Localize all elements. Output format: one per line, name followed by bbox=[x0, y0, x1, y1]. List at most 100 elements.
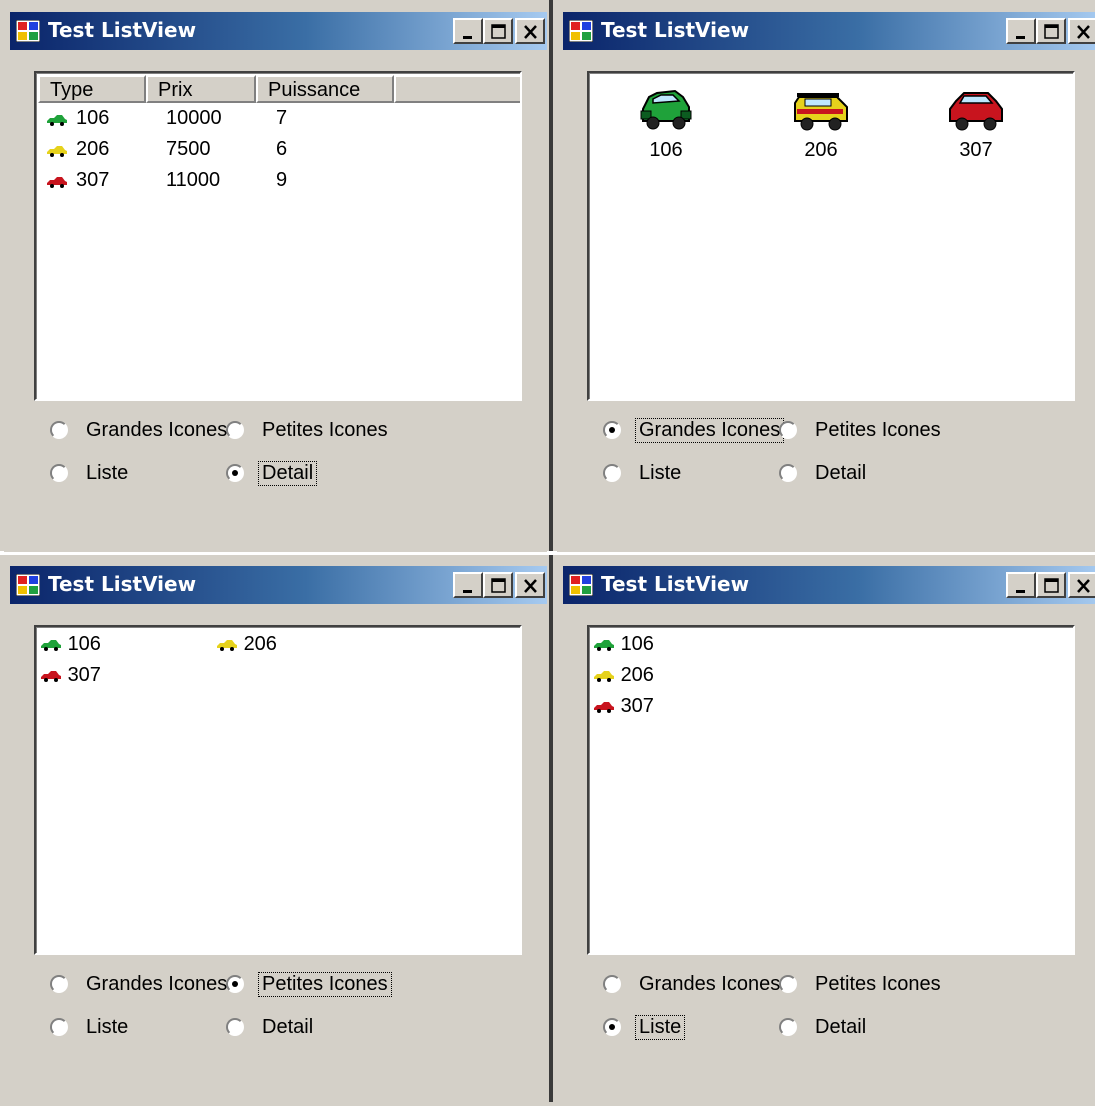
radio-circle[interactable] bbox=[779, 464, 797, 482]
list-item[interactable]: 106 bbox=[611, 87, 721, 162]
radio-circle[interactable] bbox=[226, 464, 244, 482]
radio-circle[interactable] bbox=[603, 975, 621, 993]
maximize-button[interactable] bbox=[1036, 18, 1066, 44]
close-button[interactable] bbox=[515, 18, 545, 44]
red-car-icon bbox=[949, 92, 1003, 131]
listview[interactable]: 106 206 307 bbox=[34, 625, 522, 955]
radio-label: Grandes Icones bbox=[635, 418, 785, 443]
title-bar[interactable]: Test ListView bbox=[563, 12, 1095, 50]
item-label: 307 bbox=[620, 695, 654, 717]
radio-label: Petites Icones bbox=[262, 419, 388, 441]
radio-circle[interactable] bbox=[50, 1018, 68, 1036]
item-label: 307 bbox=[67, 664, 101, 686]
maximize-icon bbox=[491, 24, 506, 39]
column-header-prix[interactable]: Prix bbox=[146, 75, 256, 103]
title-bar[interactable]: Test ListView bbox=[563, 566, 1095, 604]
close-icon bbox=[1077, 579, 1090, 593]
list-item[interactable]: 106 bbox=[40, 633, 101, 656]
radio-circle[interactable] bbox=[603, 421, 621, 439]
window-small-icons-view: Test ListView 106 206 307 Grandes Icones… bbox=[4, 560, 547, 1106]
list-item[interactable]: 307 bbox=[921, 87, 1031, 162]
cell-puissance: 9 bbox=[276, 169, 288, 191]
radio-label: Petites Icones bbox=[815, 419, 941, 441]
yellow-car-icon bbox=[794, 93, 848, 131]
window-large-icons-view: Test ListView 106 206 307 Grandes Icones… bbox=[557, 6, 1095, 552]
list-item[interactable]: 106 bbox=[593, 633, 654, 656]
radio-label: Detail bbox=[815, 462, 867, 484]
cell-prix: 11000 bbox=[166, 169, 221, 191]
cell-prix: 10000 bbox=[166, 107, 222, 129]
radio-circle[interactable] bbox=[603, 464, 621, 482]
radio-label: Grandes Icones bbox=[86, 419, 228, 441]
close-button[interactable] bbox=[1068, 572, 1095, 598]
list-item[interactable]: 206 bbox=[216, 633, 277, 656]
radio-circle[interactable] bbox=[50, 975, 68, 993]
minimize-button[interactable] bbox=[1006, 572, 1036, 598]
radio-circle[interactable] bbox=[226, 1018, 244, 1036]
list-item[interactable]: 206 bbox=[766, 87, 876, 162]
column-header-type[interactable]: Type bbox=[38, 75, 146, 103]
column-header-puissance[interactable]: Puissance bbox=[256, 75, 394, 103]
red-car-icon bbox=[46, 176, 68, 188]
app-icon bbox=[569, 20, 593, 42]
item-label: 106 bbox=[649, 139, 683, 161]
radio-label: Liste bbox=[639, 462, 682, 484]
maximize-button[interactable] bbox=[483, 18, 513, 44]
title-bar[interactable]: Test ListView bbox=[10, 566, 547, 604]
maximize-button[interactable] bbox=[483, 572, 513, 598]
list-item[interactable]: 307 bbox=[40, 664, 101, 687]
radio-circle[interactable] bbox=[50, 464, 68, 482]
radio-label: Detail bbox=[262, 1016, 314, 1038]
radio-circle[interactable] bbox=[226, 975, 244, 993]
yellow-car-icon bbox=[593, 670, 615, 682]
column-header-empty bbox=[394, 75, 520, 103]
app-icon bbox=[16, 20, 40, 42]
green-car-icon bbox=[46, 114, 68, 126]
radio-label: Grandes Icones bbox=[639, 973, 781, 995]
cell-puissance: 6 bbox=[276, 138, 288, 160]
radio-circle[interactable] bbox=[226, 421, 244, 439]
minimize-icon bbox=[463, 590, 472, 593]
cell-type: 106 bbox=[76, 107, 110, 129]
minimize-button[interactable] bbox=[1006, 18, 1036, 44]
close-button[interactable] bbox=[1068, 18, 1095, 44]
green-car-icon bbox=[40, 639, 62, 651]
radio-circle[interactable] bbox=[779, 421, 797, 439]
radio-circle[interactable] bbox=[50, 421, 68, 439]
list-item[interactable]: 206 bbox=[593, 664, 654, 687]
minimize-icon bbox=[463, 36, 472, 39]
radio-circle[interactable] bbox=[603, 1018, 621, 1036]
maximize-icon bbox=[1044, 578, 1059, 593]
minimize-button[interactable] bbox=[453, 572, 483, 598]
listview[interactable]: 106 206 307 bbox=[587, 71, 1075, 401]
window-title: Test ListView bbox=[48, 18, 197, 42]
app-icon bbox=[569, 574, 593, 596]
listview[interactable]: Type Prix Puissance 106 10000 7 206 7500… bbox=[34, 71, 522, 401]
radio-label: Detail bbox=[258, 461, 318, 486]
radio-circle[interactable] bbox=[779, 975, 797, 993]
close-icon bbox=[524, 25, 537, 39]
window-detail-view: Test ListView Type Prix Puissance 106 10… bbox=[4, 6, 547, 552]
maximize-button[interactable] bbox=[1036, 572, 1066, 598]
window-title: Test ListView bbox=[48, 572, 197, 596]
radio-label: Detail bbox=[815, 1016, 867, 1038]
close-button[interactable] bbox=[515, 572, 545, 598]
minimize-button[interactable] bbox=[453, 18, 483, 44]
title-bar[interactable]: Test ListView bbox=[10, 12, 547, 50]
radio-label: Liste bbox=[635, 1015, 686, 1040]
radio-label: Grandes Icones bbox=[86, 973, 228, 995]
app-icon bbox=[16, 574, 40, 596]
green-car-icon bbox=[593, 639, 615, 651]
green-car-icon bbox=[640, 89, 692, 130]
close-icon bbox=[1077, 25, 1090, 39]
close-icon bbox=[524, 579, 537, 593]
maximize-icon bbox=[1044, 24, 1059, 39]
item-label: 206 bbox=[620, 664, 654, 686]
radio-circle[interactable] bbox=[779, 1018, 797, 1036]
listview-header: Type Prix Puissance bbox=[38, 75, 520, 103]
listview[interactable]: 106 206 307 bbox=[587, 625, 1075, 955]
cell-type: 206 bbox=[76, 138, 110, 160]
radio-label: Petites Icones bbox=[815, 973, 941, 995]
list-item[interactable]: 307 bbox=[593, 695, 654, 718]
minimize-icon bbox=[1016, 36, 1025, 39]
